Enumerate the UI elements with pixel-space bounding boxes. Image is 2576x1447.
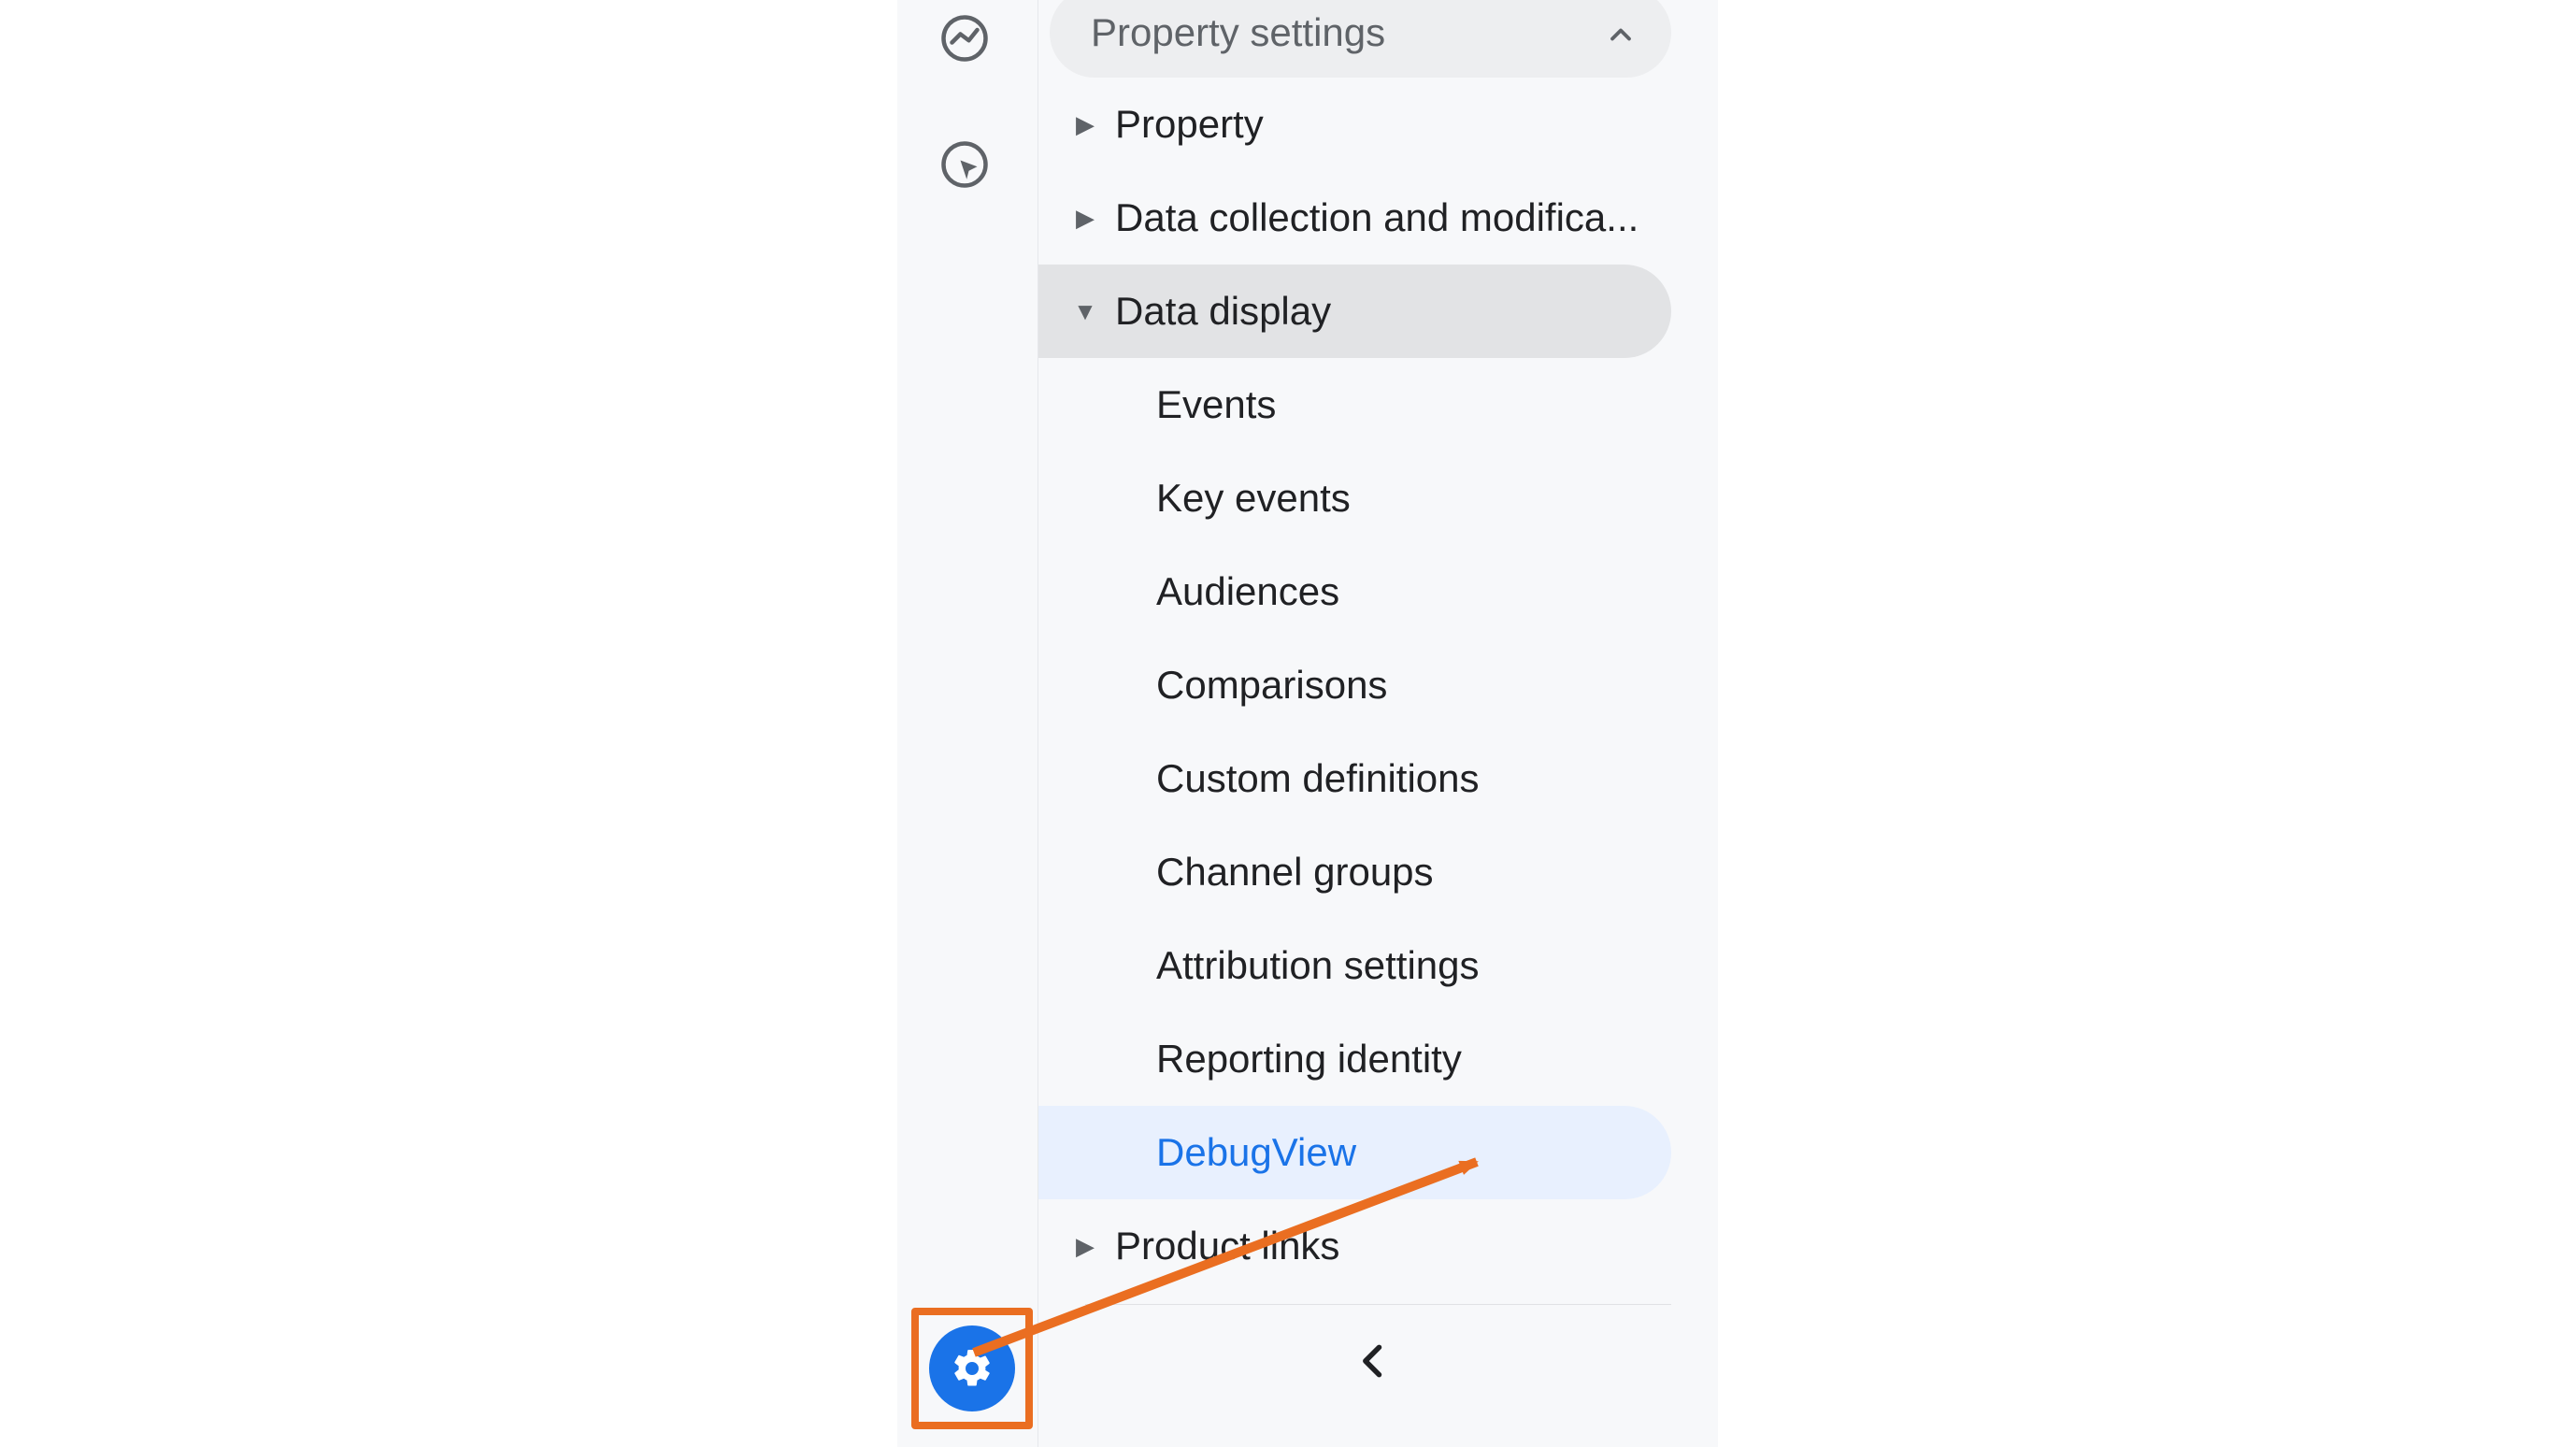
nav-label: Property — [1115, 102, 1264, 147]
caret-right-icon: ▶ — [1066, 204, 1104, 233]
sub-item-audiences[interactable]: Audiences — [1038, 545, 1671, 638]
admin-gear-highlight — [911, 1308, 1033, 1429]
sub-label: Attribution settings — [1156, 943, 1480, 988]
sub-item-events[interactable]: Events — [1038, 358, 1671, 451]
nav-item-property[interactable]: ▶ Property — [1038, 78, 1671, 171]
sub-item-channel-groups[interactable]: Channel groups — [1038, 825, 1671, 919]
admin-gear-button[interactable] — [929, 1325, 1015, 1411]
property-settings-header[interactable]: Property settings — [1050, 0, 1671, 78]
sub-item-attribution-settings[interactable]: Attribution settings — [1038, 919, 1671, 1012]
sub-item-key-events[interactable]: Key events — [1038, 451, 1671, 545]
nav-item-data-display[interactable]: ▼ Data display — [1038, 265, 1671, 358]
sub-item-reporting-identity[interactable]: Reporting identity — [1038, 1012, 1671, 1106]
collapse-panel-button[interactable] — [1038, 1305, 1718, 1417]
sub-label: Channel groups — [1156, 850, 1434, 895]
sub-item-custom-definitions[interactable]: Custom definitions — [1038, 732, 1671, 825]
nav-label: Data collection and modifica... — [1115, 195, 1639, 240]
analytics-icon[interactable] — [935, 8, 995, 68]
nav-label: Data display — [1115, 289, 1331, 334]
nav-item-product-links[interactable]: ▶ Product links — [1038, 1199, 1671, 1293]
sub-label: Custom definitions — [1156, 756, 1480, 801]
caret-right-icon: ▶ — [1066, 1232, 1104, 1261]
sub-label: Reporting identity — [1156, 1037, 1462, 1082]
caret-right-icon: ▶ — [1066, 110, 1104, 139]
chevron-up-icon — [1604, 16, 1638, 50]
sub-label: Key events — [1156, 476, 1351, 521]
chevron-left-icon — [1353, 1340, 1395, 1382]
nav-label: Product links — [1115, 1224, 1339, 1268]
sub-label: Comparisons — [1156, 663, 1387, 708]
left-nav-rail — [897, 0, 1038, 1447]
sub-label: Audiences — [1156, 569, 1339, 614]
pointer-circle-icon[interactable] — [935, 135, 995, 194]
nav-item-data-collection[interactable]: ▶ Data collection and modifica... — [1038, 171, 1671, 265]
caret-down-icon: ▼ — [1066, 297, 1104, 326]
sub-item-debugview[interactable]: DebugView — [1038, 1106, 1671, 1199]
sub-item-comparisons[interactable]: Comparisons — [1038, 638, 1671, 732]
sub-label: Events — [1156, 382, 1276, 427]
sub-label: DebugView — [1156, 1130, 1356, 1175]
property-settings-panel: Property settings ▶ Property ▶ Data coll… — [1038, 0, 1718, 1447]
header-title: Property settings — [1091, 10, 1385, 55]
